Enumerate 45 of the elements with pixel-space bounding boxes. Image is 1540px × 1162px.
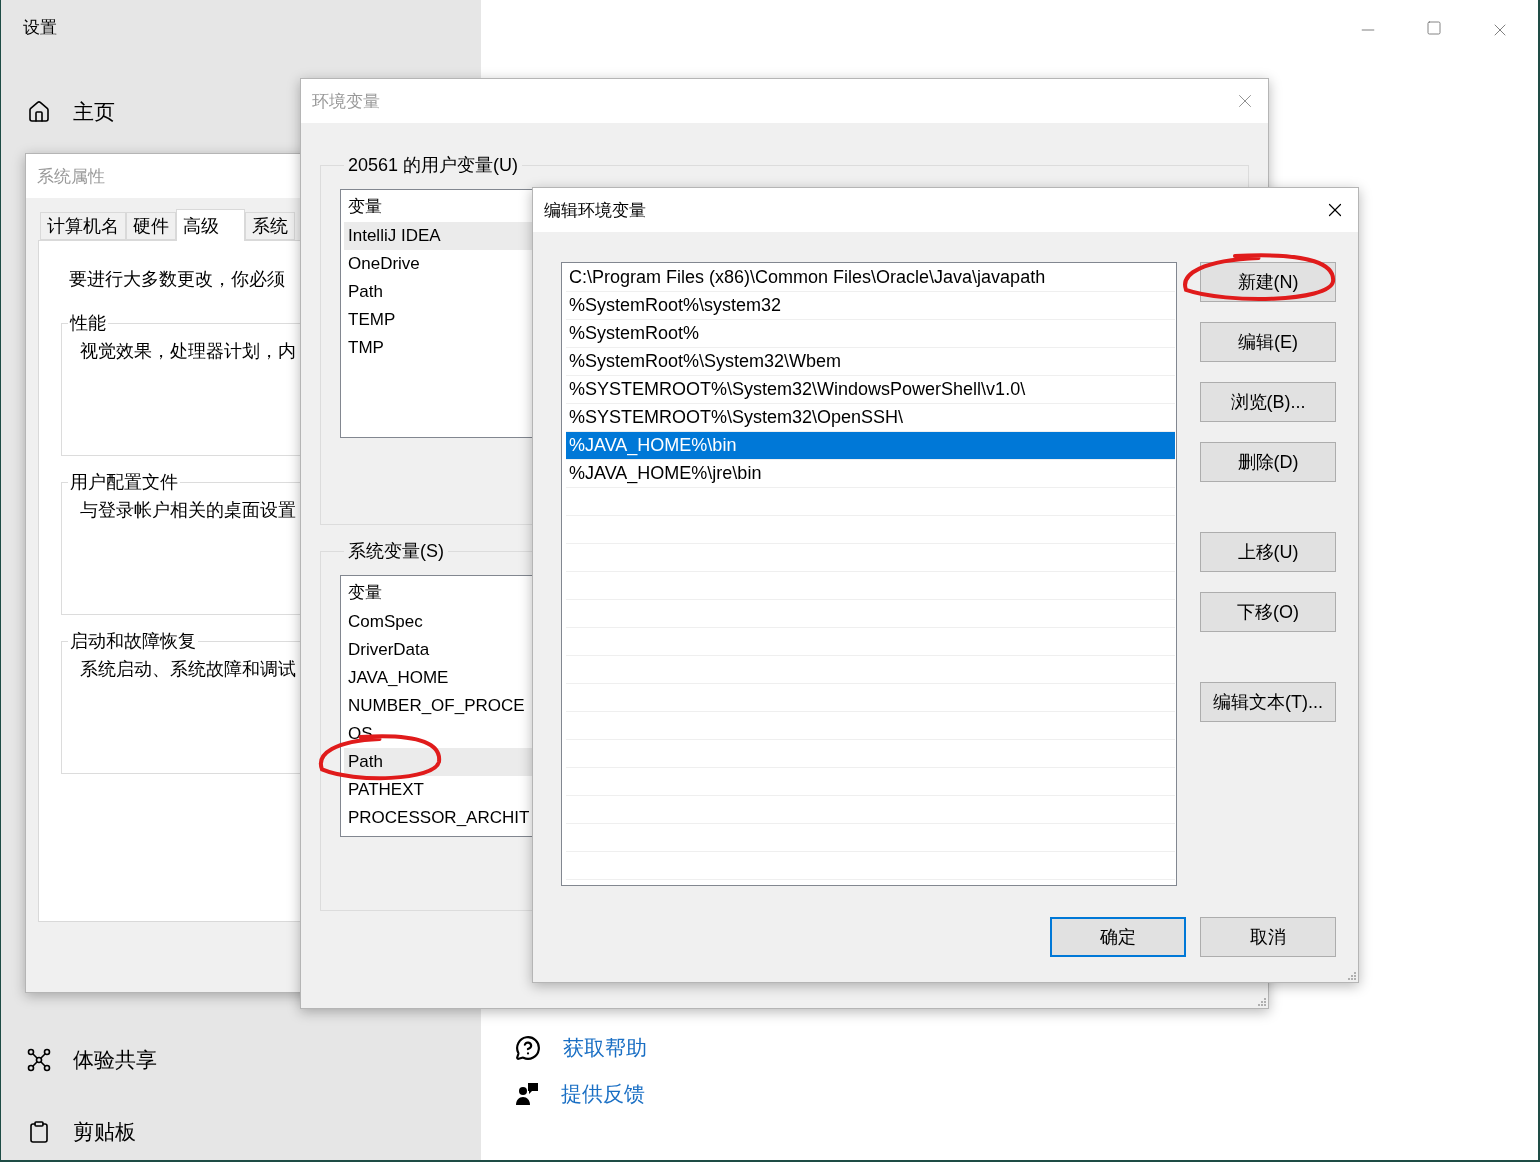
home-icon <box>27 100 51 124</box>
group-description: 系统启动、系统故障和调试 <box>80 658 296 681</box>
action-button[interactable]: 删除(D) <box>1200 442 1336 482</box>
group-title: 性能 <box>68 312 107 335</box>
path-entry[interactable]: %JAVA_HOME%\jre\bin <box>566 460 1175 488</box>
action-button[interactable]: 编辑文本(T)... <box>1200 682 1336 722</box>
help-link[interactable]: 获取帮助 <box>563 1034 647 1062</box>
group-title: 系统变量(S) <box>347 540 445 563</box>
path-entry[interactable]: %SystemRoot% <box>566 320 1175 348</box>
tab[interactable]: 高级 <box>176 209 245 241</box>
action-button[interactable]: 浏览(B)... <box>1200 382 1336 422</box>
window-title: 设置 <box>23 17 57 39</box>
help-link[interactable]: 提供反馈 <box>561 1080 645 1108</box>
path-entry[interactable]: %JAVA_HOME%\bin <box>566 432 1175 460</box>
group-description: 视觉效果，处理器计划，内 <box>80 340 296 363</box>
action-button[interactable]: 编辑(E) <box>1200 322 1336 362</box>
group-title: 用户配置文件 <box>69 471 179 494</box>
path-entry[interactable]: C:\Program Files (x86)\Common Files\Oracle\Java\javapath <box>566 264 1175 292</box>
tab[interactable]: 系统 <box>245 212 295 240</box>
nav-item[interactable]: 体验共享 <box>73 1046 157 1074</box>
action-button[interactable]: 上移(U) <box>1200 532 1336 572</box>
group-title: 20561 的用户变量(U) <box>347 154 520 177</box>
action-button[interactable]: 下移(O) <box>1200 592 1336 632</box>
help-icon <box>515 1035 541 1061</box>
dialog-title: 编辑环境变量 <box>544 199 646 222</box>
dialog-title: 系统属性 <box>37 165 105 188</box>
maximize-icon[interactable] <box>1426 20 1442 36</box>
clipboard-icon <box>27 1120 51 1144</box>
tab[interactable]: 计算机名 <box>40 212 126 240</box>
path-entry[interactable]: %SYSTEMROOT%\System32\WindowsPowerShell\v1.0\ <box>566 376 1175 404</box>
tab[interactable]: 硬件 <box>126 212 176 240</box>
group-title: 启动和故障恢复 <box>69 630 197 653</box>
nodes-icon <box>27 1048 51 1072</box>
path-list[interactable] <box>561 262 1177 886</box>
resize-grip-icon[interactable] <box>1346 970 1356 980</box>
group-description: 与登录帐户相关的桌面设置 <box>80 499 296 522</box>
path-entry[interactable]: %SystemRoot%\System32\Wbem <box>566 348 1175 376</box>
path-entry[interactable]: %SystemRoot%\system32 <box>566 292 1175 320</box>
nav-item[interactable]: 主页 <box>73 98 115 126</box>
resize-grip-icon[interactable] <box>1256 996 1266 1006</box>
cancel-button[interactable]: 取消 <box>1200 917 1336 957</box>
ok-button[interactable]: 确定 <box>1050 917 1186 957</box>
person-speech-icon <box>515 1082 539 1106</box>
dialog-title: 环境变量 <box>312 90 380 113</box>
nav-item[interactable]: 剪贴板 <box>73 1118 136 1146</box>
